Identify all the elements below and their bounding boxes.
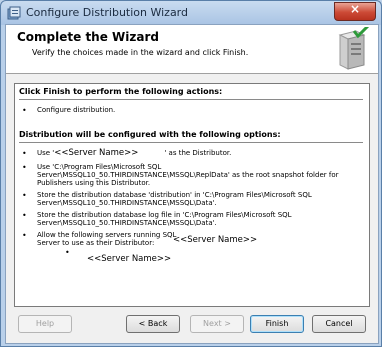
button-bar: Help < Back Next > Finish Cancel bbox=[6, 315, 378, 339]
cancel-button[interactable]: Cancel bbox=[312, 315, 366, 333]
summary-panel[interactable]: Click Finish to perform the following ac… bbox=[14, 83, 370, 307]
divider bbox=[19, 142, 363, 143]
bullet-icon: • bbox=[22, 106, 27, 115]
bullet-icon: • bbox=[22, 231, 27, 240]
page-title: Complete the Wizard bbox=[17, 30, 159, 44]
next-button[interactable]: Next > bbox=[190, 315, 244, 333]
option-text: Use ' bbox=[37, 149, 55, 157]
title-bar[interactable]: Configure Distribution Wizard × bbox=[1, 1, 381, 25]
wizard-client-area: Complete the Wizard Verify the choices m… bbox=[5, 24, 379, 344]
wizard-header: Complete the Wizard Verify the choices m… bbox=[6, 25, 378, 74]
allow-servers-option: Allow the following servers running SQL … bbox=[37, 231, 177, 247]
log-file-option: Store the distribution database log file… bbox=[37, 211, 292, 227]
close-button[interactable]: × bbox=[334, 2, 376, 21]
wizard-app-icon bbox=[7, 6, 21, 20]
server-name: <<Server Name>> bbox=[173, 235, 258, 245]
server-name: <<Server Name>> bbox=[54, 148, 139, 158]
bullet-icon: • bbox=[22, 163, 27, 172]
finish-button[interactable]: Finish bbox=[250, 315, 304, 333]
bullet-icon: • bbox=[22, 211, 27, 220]
bullet-icon: • bbox=[22, 191, 27, 200]
help-button[interactable]: Help bbox=[18, 315, 72, 333]
page-subtitle: Verify the choices made in the wizard an… bbox=[32, 48, 249, 57]
bullet-icon: • bbox=[22, 149, 27, 158]
window-title: Configure Distribution Wizard bbox=[26, 6, 188, 19]
options-heading: Distribution will be configured with the… bbox=[19, 130, 281, 139]
wizard-window: Configure Distribution Wizard × Complete… bbox=[0, 0, 382, 347]
bullet-icon: • bbox=[65, 248, 70, 257]
server-name: <<Server Name>> bbox=[87, 254, 172, 264]
server-check-icon bbox=[338, 27, 370, 70]
back-button[interactable]: < Back bbox=[126, 315, 180, 333]
divider bbox=[19, 99, 363, 100]
close-icon: × bbox=[349, 2, 361, 16]
distributor-option: Use '<<Server Name>> ' as the Distributor… bbox=[37, 148, 355, 158]
snapshot-folder-option: Use 'C:\Program Files\Microsoft SQL Serv… bbox=[37, 163, 339, 187]
database-file-option: Store the distribution database 'distrib… bbox=[37, 191, 312, 207]
action-text: Configure distribution. bbox=[37, 106, 116, 114]
option-text: ' as the Distributor. bbox=[164, 149, 232, 157]
actions-heading: Click Finish to perform the following ac… bbox=[19, 87, 223, 96]
